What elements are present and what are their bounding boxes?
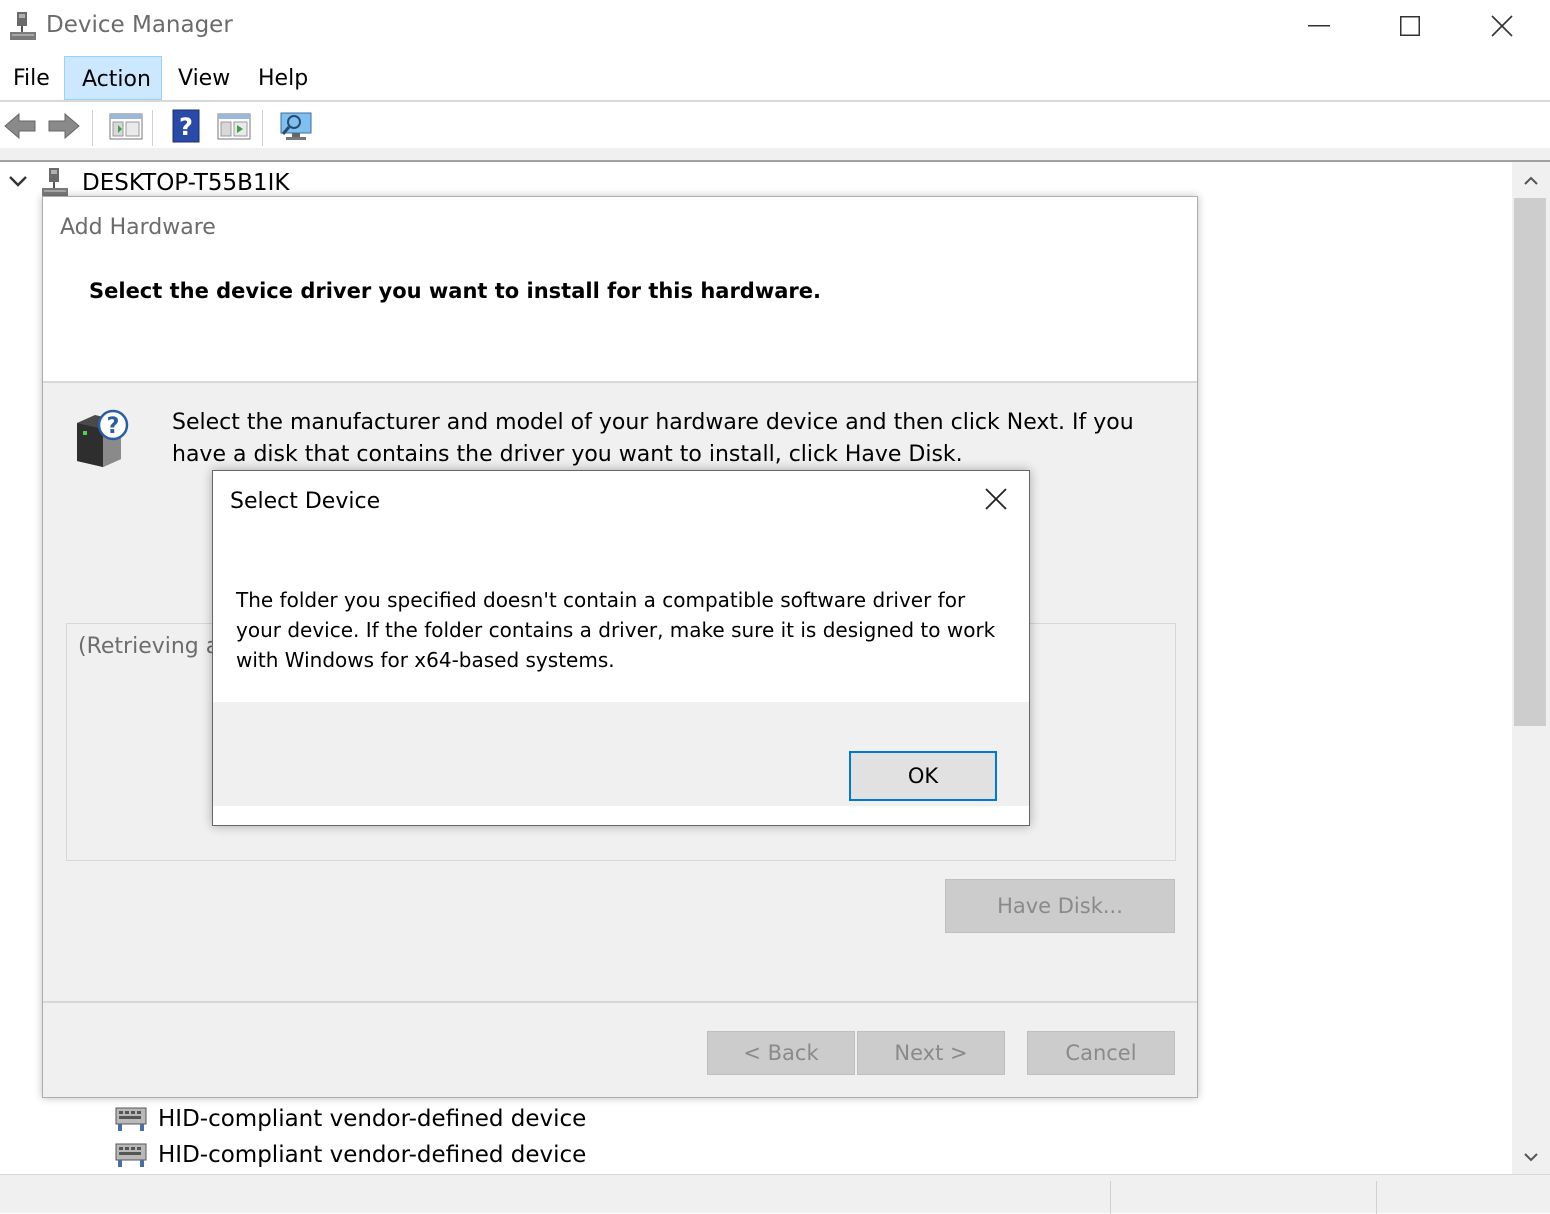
wizard-instructions: Select the manufacturer and model of you…: [172, 410, 1134, 467]
have-disk-button[interactable]: Have Disk...: [945, 879, 1175, 933]
hardware-question-icon: ?: [73, 409, 133, 473]
chevron-up-icon: [1524, 171, 1538, 190]
dialog-footer: OK: [213, 702, 1029, 806]
menu-view[interactable]: View: [161, 56, 247, 100]
menu-action[interactable]: Action: [64, 56, 162, 100]
dialog-close-button[interactable]: [973, 481, 1019, 521]
dialog-title: Select Device: [230, 489, 381, 514]
model-list-status: (Retrieving a: [78, 634, 220, 659]
wizard-title: Add Hardware: [60, 215, 216, 240]
svg-text:?: ?: [179, 113, 193, 141]
forward-button[interactable]: [44, 108, 84, 148]
tree-item-label: HID-compliant vendor-defined device: [158, 1106, 587, 1132]
status-bar: [0, 1174, 1550, 1214]
toolbar: ?: [0, 102, 1550, 150]
properties-button[interactable]: [106, 108, 146, 148]
menu-bar: File Action View Help: [0, 56, 1550, 100]
wizard-footer-separator: [43, 1001, 1197, 1003]
dialog-message: The folder you specified doesn't contain…: [236, 588, 996, 672]
next-button[interactable]: Next >: [857, 1031, 1005, 1075]
scroll-up-button[interactable]: [1512, 162, 1550, 198]
toolbar-separator: [262, 110, 263, 146]
hid-device-icon: [114, 1102, 148, 1136]
wizard-header-text: Select the device driver you want to ins…: [89, 279, 821, 303]
back-arrow-icon: [3, 112, 37, 144]
tree-root-computer[interactable]: DESKTOP-T55B1IK: [82, 170, 289, 196]
select-device-dialog: Select Device The folder you specified d…: [212, 470, 1030, 826]
svg-text:?: ?: [107, 414, 120, 439]
toolbar-separator: [152, 110, 153, 146]
run-button[interactable]: [214, 108, 254, 148]
tree-item-label: HID-compliant vendor-defined device: [158, 1142, 587, 1168]
minimize-button[interactable]: [1273, 0, 1365, 52]
hid-device-icon: [114, 1138, 148, 1172]
tree-item-hid-device[interactable]: HID-compliant vendor-defined device: [114, 1102, 586, 1136]
menu-file[interactable]: File: [0, 56, 67, 100]
run-icon: [217, 111, 251, 145]
help-button[interactable]: ?: [166, 108, 206, 148]
scan-hardware-button[interactable]: [276, 108, 316, 148]
title-bar: Device Manager: [0, 0, 1550, 52]
toolbar-separator: [92, 110, 93, 146]
ok-button[interactable]: OK: [849, 751, 997, 801]
scan-hardware-icon: [278, 110, 314, 146]
chevron-down-icon: [1524, 1147, 1538, 1166]
vertical-scrollbar[interactable]: [1512, 162, 1550, 1174]
window-title: Device Manager: [46, 12, 233, 38]
wizard-title-bar: Add Hardware: [43, 197, 1197, 259]
cancel-button[interactable]: Cancel: [1027, 1031, 1175, 1075]
back-button[interactable]: < Back: [707, 1031, 855, 1075]
status-divider: [1110, 1181, 1111, 1214]
close-icon: [985, 488, 1007, 514]
help-icon: ?: [171, 109, 201, 147]
maximize-button[interactable]: [1364, 0, 1456, 52]
toolbar-border: [0, 148, 1550, 162]
device-manager-icon: [8, 10, 38, 42]
menu-help[interactable]: Help: [241, 56, 325, 100]
scroll-down-button[interactable]: [1512, 1138, 1550, 1174]
status-divider: [1376, 1181, 1377, 1214]
forward-arrow-icon: [47, 112, 81, 144]
back-button[interactable]: [0, 108, 40, 148]
wizard-header: Select the device driver you want to ins…: [43, 259, 1197, 383]
chevron-down-icon[interactable]: [8, 174, 28, 193]
close-button[interactable]: [1456, 0, 1548, 52]
tree-item-hid-device[interactable]: HID-compliant vendor-defined device: [114, 1138, 586, 1172]
scroll-thumb[interactable]: [1514, 198, 1546, 726]
properties-icon: [109, 111, 143, 145]
